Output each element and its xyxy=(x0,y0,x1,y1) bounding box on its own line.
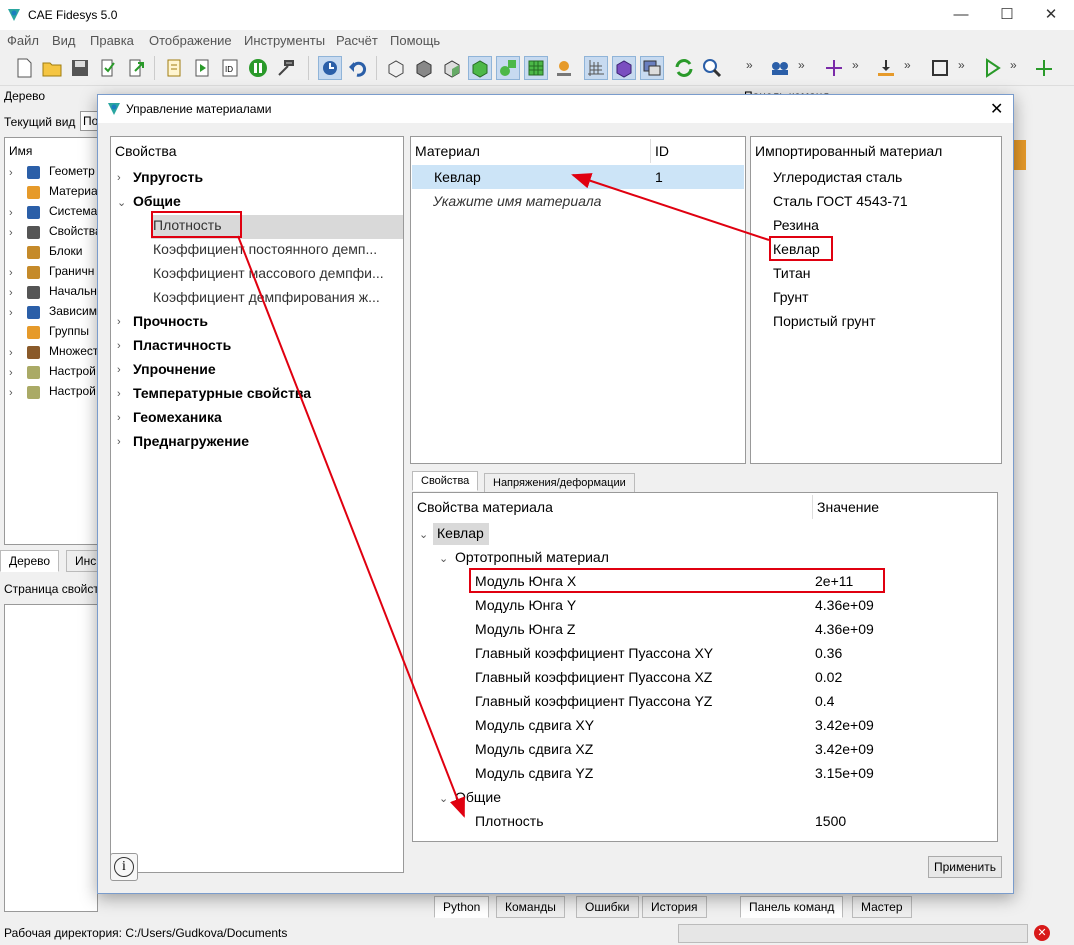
arrow-imported-to-material xyxy=(571,173,770,241)
arrow-density-to-value xyxy=(237,235,465,818)
annotation-arrows xyxy=(237,173,770,818)
